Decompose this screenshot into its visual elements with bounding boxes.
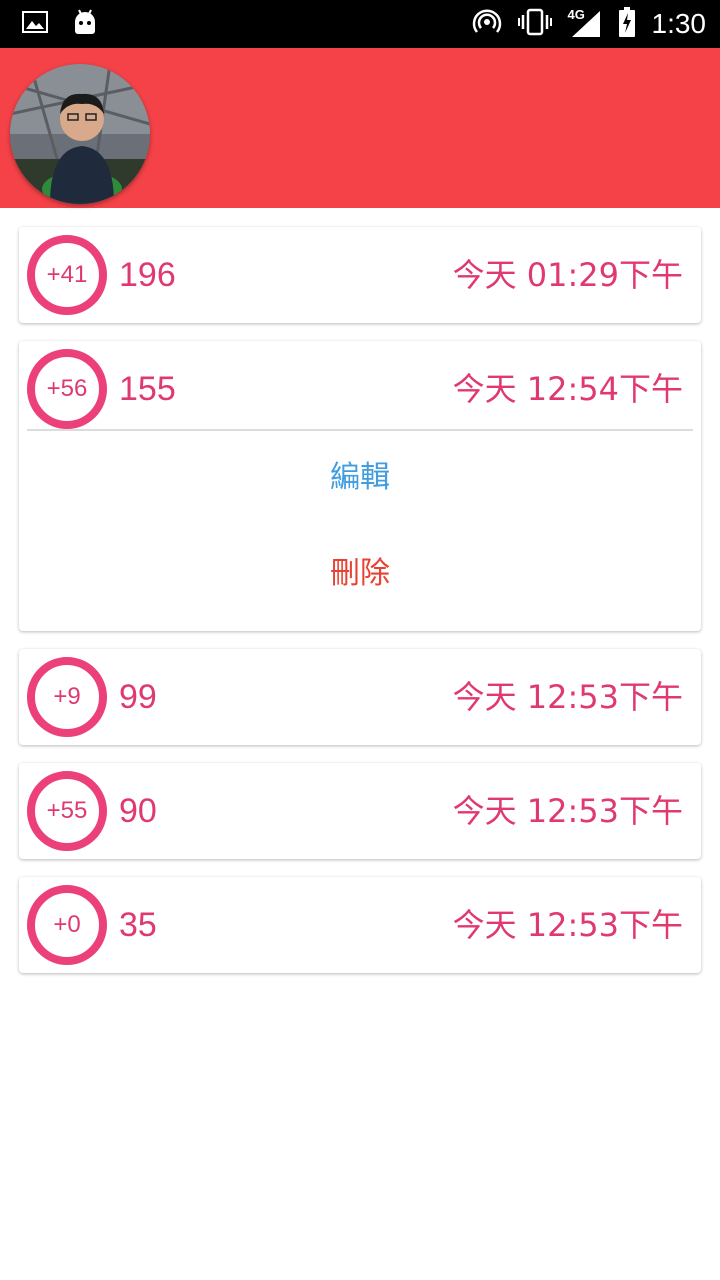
edit-button[interactable]: 編輯 — [19, 458, 701, 498]
divider — [27, 429, 693, 431]
diff-badge: +41 — [27, 235, 107, 315]
record-card[interactable]: +55 90 今天 12:53下午 — [19, 763, 701, 859]
record-card-expanded[interactable]: +56 155 今天 12:54下午 編輯 刪除 — [19, 341, 701, 631]
record-value: 35 — [119, 906, 157, 944]
diff-badge: +0 — [27, 885, 107, 965]
hotspot-icon — [472, 7, 502, 41]
status-bar: 4G 1:30 — [0, 0, 720, 48]
diff-badge: +56 — [27, 349, 107, 429]
record-time: 今天 12:54下午 — [452, 370, 683, 408]
record-time: 今天 12:53下午 — [452, 678, 683, 716]
record-card[interactable]: +9 99 今天 12:53下午 — [19, 649, 701, 745]
record-value: 155 — [119, 370, 176, 408]
delete-button[interactable]: 刪除 — [19, 554, 701, 594]
network-type-label: 4G — [567, 7, 585, 22]
image-notification-icon — [22, 10, 48, 38]
record-time: 今天 12:53下午 — [452, 792, 683, 830]
record-card[interactable]: +41 196 今天 01:29下午 — [19, 227, 701, 323]
diff-badge: +55 — [27, 771, 107, 851]
android-notification-icon — [72, 8, 98, 40]
diff-badge: +9 — [27, 657, 107, 737]
signal-4g-icon: 4G — [567, 7, 602, 39]
record-time: 今天 12:53下午 — [452, 906, 683, 944]
battery-charging-icon — [618, 7, 636, 41]
record-value: 196 — [119, 256, 176, 294]
record-time: 今天 01:29下午 — [452, 256, 683, 294]
clock: 1:30 — [651, 8, 707, 39]
app-header — [0, 48, 720, 208]
record-card[interactable]: +0 35 今天 12:53下午 — [19, 877, 701, 973]
vibrate-icon — [517, 8, 552, 40]
record-value: 90 — [119, 792, 157, 830]
avatar[interactable] — [10, 64, 150, 204]
record-value: 99 — [119, 678, 157, 716]
